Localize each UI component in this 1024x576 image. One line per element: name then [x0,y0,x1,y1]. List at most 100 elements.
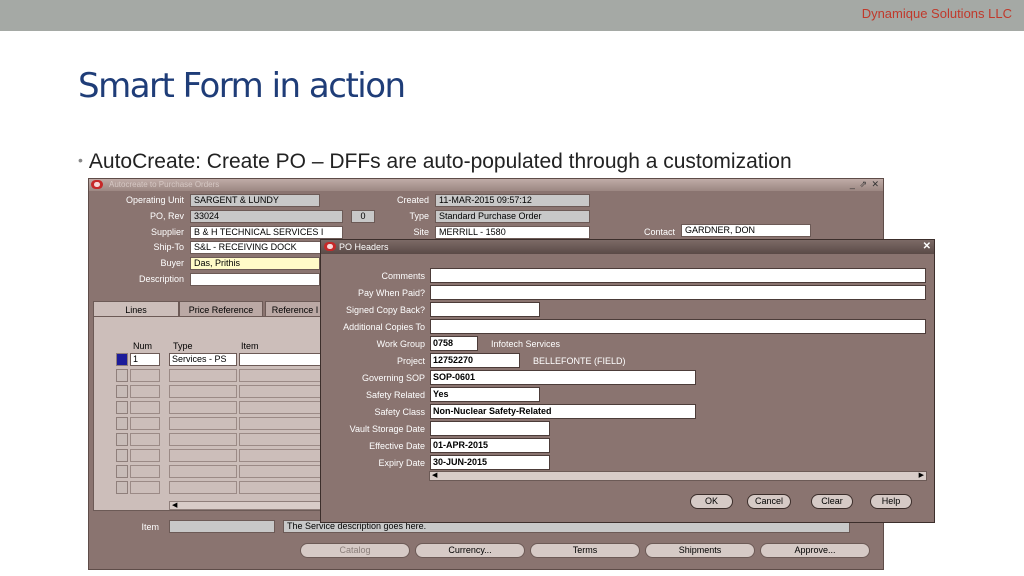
column-item: Item [241,341,259,351]
catalog-button[interactable]: Catalog [300,543,410,558]
additional-copies-field[interactable] [430,319,926,334]
bullet-point: • AutoCreate: Create PO – DFFs are auto-p… [78,150,792,174]
line-num-cell[interactable]: 1 [130,353,160,366]
scroll-left-icon[interactable]: ◀ [432,472,437,480]
line-item-cell[interactable] [239,449,329,462]
dialog-horizontal-scrollbar[interactable]: ◀ ▶ [429,471,927,481]
comments-field[interactable] [430,268,926,283]
signed-copy-back-label: Signed Copy Back? [345,305,425,315]
line-item-cell[interactable] [239,481,329,494]
po-number-field[interactable]: 33024 [190,210,343,223]
site-field[interactable]: MERRILL - 1580 [435,226,590,239]
contact-field[interactable]: GARDNER, DON [681,224,811,237]
po-rev-label: PO, Rev [149,211,184,221]
ok-button[interactable]: OK [690,494,733,509]
row-selector[interactable] [116,353,128,366]
tab-lines[interactable]: Lines [93,301,179,317]
row-selector[interactable] [116,401,128,414]
safety-class-field[interactable]: Non-Nuclear Safety-Related [430,404,696,419]
oracle-logo-icon [324,242,336,251]
line-type-cell[interactable] [169,481,237,494]
row-selector[interactable] [116,369,128,382]
clear-button[interactable]: Clear [811,494,853,509]
governing-sop-field[interactable]: SOP-0601 [430,370,696,385]
line-type-cell[interactable] [169,465,237,478]
line-type-cell[interactable]: Services - PS [169,353,237,366]
revision-field[interactable]: 0 [351,210,375,223]
supplier-field[interactable]: B & H TECHNICAL SERVICES I [190,226,343,239]
row-selector[interactable] [116,481,128,494]
description-label: Description [138,274,184,284]
cancel-button[interactable]: Cancel [747,494,791,509]
line-item-cell[interactable] [239,417,329,430]
vault-storage-date-field[interactable] [430,421,550,436]
line-num-cell[interactable] [130,449,160,462]
line-num-cell[interactable] [130,369,160,382]
window-title: Autocreate to Purchase Orders [109,180,220,189]
pay-when-paid-field[interactable] [430,285,926,300]
project-field[interactable]: 12752270 [430,353,520,368]
buyer-field[interactable]: Das, Prithis [190,257,320,270]
created-label: Created [396,195,429,205]
operating-unit-field[interactable]: SARGENT & LUNDY [190,194,320,207]
item-code-field[interactable] [169,520,275,533]
row-selector[interactable] [116,417,128,430]
window-controls[interactable]: _ ⇗ ✕ [850,179,880,190]
line-type-cell[interactable] [169,433,237,446]
close-icon[interactable]: ✕ [923,241,931,252]
line-item-cell[interactable] [239,353,329,366]
line-type-cell[interactable] [169,385,237,398]
dialog-titlebar: PO Headers ✕ [321,240,934,254]
currency-button[interactable]: Currency... [415,543,525,558]
pay-when-paid-label: Pay When Paid? [357,288,425,298]
line-type-cell[interactable] [169,401,237,414]
created-field[interactable]: 11-MAR-2015 09:57:12 [435,194,590,207]
line-num-cell[interactable] [130,417,160,430]
terms-button[interactable]: Terms [530,543,640,558]
po-headers-dialog: PO Headers ✕ Comments Pay When Paid? Sig… [320,239,935,523]
approve-button[interactable]: Approve... [760,543,870,558]
type-field[interactable]: Standard Purchase Order [435,210,590,223]
line-type-cell[interactable] [169,449,237,462]
line-num-cell[interactable] [130,465,160,478]
comments-label: Comments [381,271,425,281]
line-num-cell[interactable] [130,481,160,494]
expiry-date-label: Expiry Date [378,458,425,468]
line-item-cell[interactable] [239,465,329,478]
row-selector[interactable] [116,449,128,462]
signed-copy-back-field[interactable] [430,302,540,317]
tab-reference[interactable]: Reference I [265,301,325,317]
vault-storage-date-label: Vault Storage Date [349,424,425,434]
line-item-cell[interactable] [239,433,329,446]
row-selector[interactable] [116,385,128,398]
lines-horizontal-scrollbar[interactable]: ◀ [169,501,329,510]
line-num-cell[interactable] [130,385,160,398]
buyer-label: Buyer [160,258,184,268]
line-type-cell[interactable] [169,417,237,430]
scroll-right-icon[interactable]: ▶ [919,472,924,480]
work-group-description: Infotech Services [491,339,561,349]
line-item-cell[interactable] [239,385,329,398]
work-group-label: Work Group [376,339,425,349]
description-field[interactable] [190,273,320,286]
effective-date-field[interactable]: 01-APR-2015 [430,438,550,453]
item-label: Item [141,522,159,532]
supplier-label: Supplier [150,227,184,237]
safety-related-field[interactable]: Yes [430,387,540,402]
row-selector[interactable] [116,433,128,446]
bullet-text: AutoCreate: Create PO – DFFs are auto-po… [88,150,792,173]
line-type-cell[interactable] [169,369,237,382]
line-item-cell[interactable] [239,401,329,414]
help-button[interactable]: Help [870,494,912,509]
tab-price-reference[interactable]: Price Reference [179,301,263,317]
expiry-date-field[interactable]: 30-JUN-2015 [430,455,550,470]
line-item-cell[interactable] [239,369,329,382]
project-label: Project [396,356,425,366]
project-description: BELLEFONTE (FIELD) [533,356,626,366]
slide-title: Smart Form in action [78,66,406,106]
row-selector[interactable] [116,465,128,478]
shipments-button[interactable]: Shipments [645,543,755,558]
line-num-cell[interactable] [130,401,160,414]
work-group-field[interactable]: 0758 [430,336,478,351]
line-num-cell[interactable] [130,433,160,446]
